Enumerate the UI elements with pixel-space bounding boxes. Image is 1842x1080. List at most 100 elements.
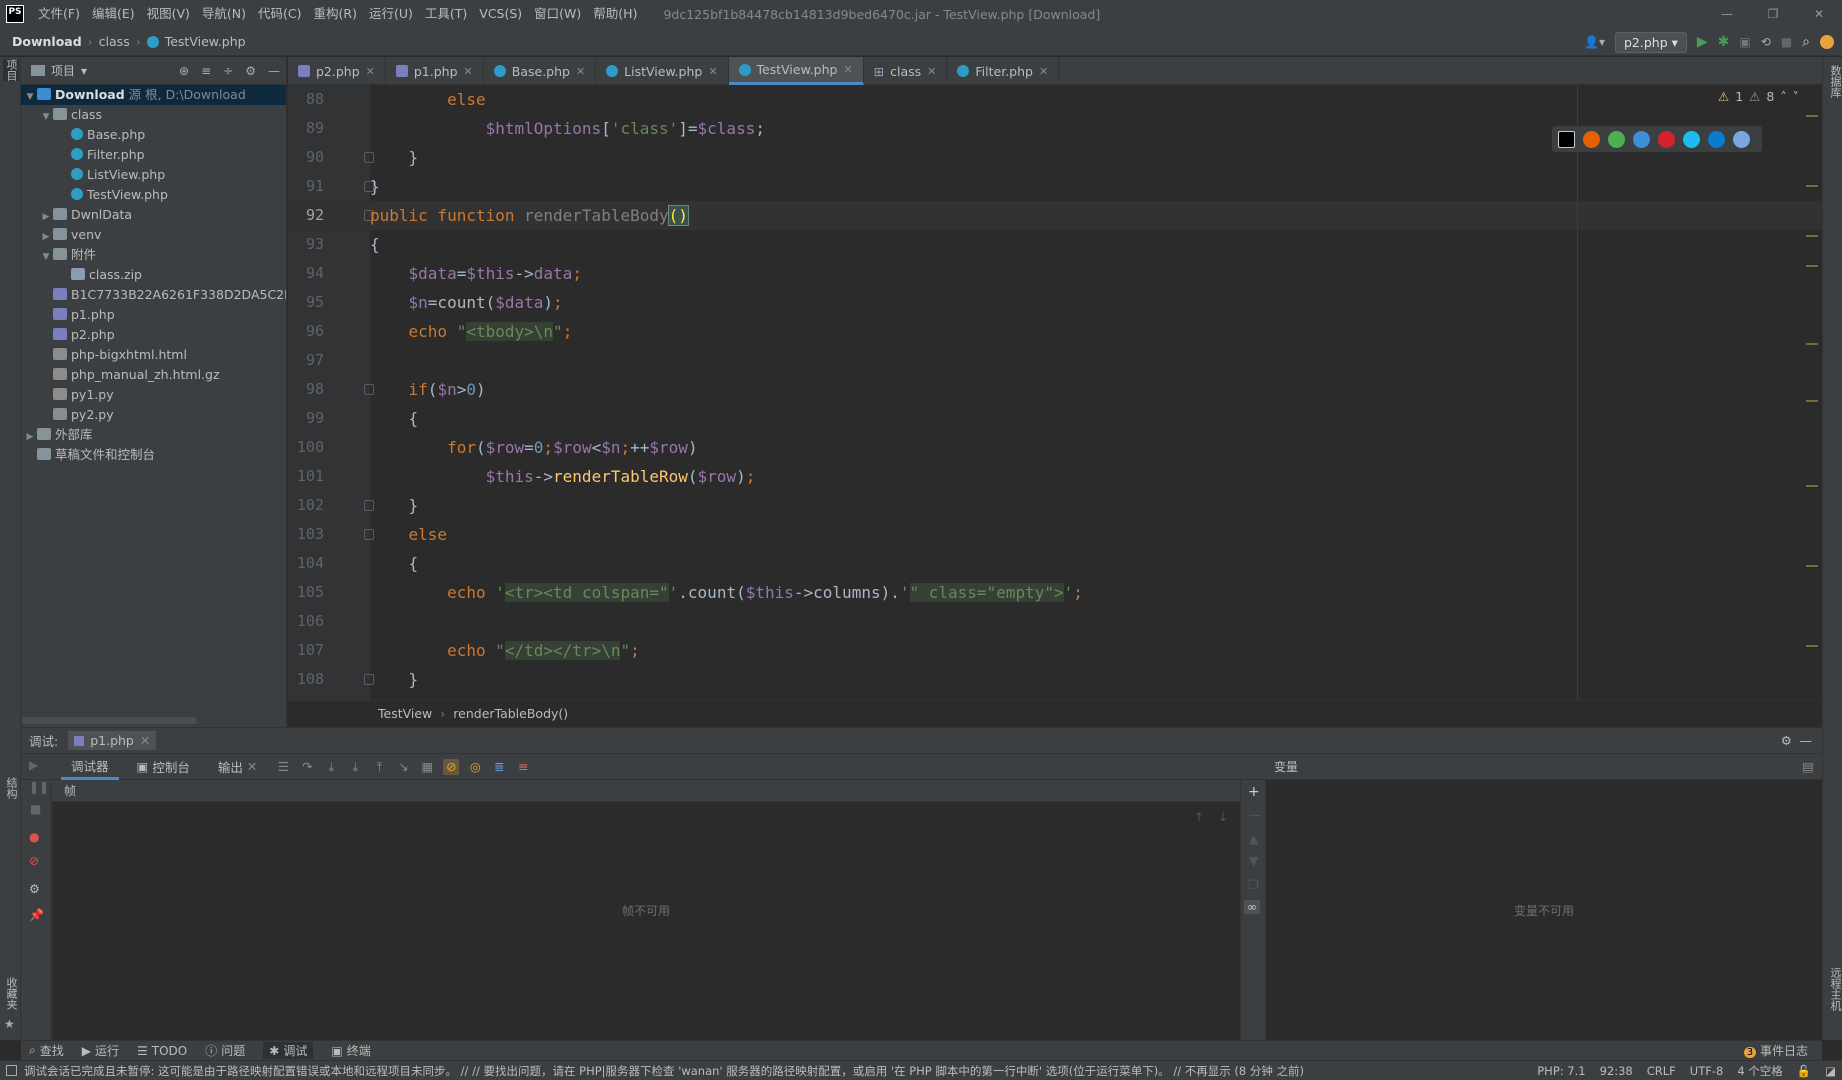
code-line[interactable]: 105 echo '<tr><td colspan="'.count($this… [288,578,1822,607]
caret-position[interactable]: 92:38 [1600,1061,1633,1080]
gear-icon[interactable]: ⚙ [245,64,256,78]
gear-icon[interactable]: ⚙ [1781,733,1792,748]
tree-item-p2[interactable]: p2.php [21,325,286,345]
close-icon[interactable]: ✕ [1796,0,1842,28]
minimize-icon[interactable]: — [1704,0,1750,28]
code-line[interactable]: 108 } [288,665,1822,694]
stop-icon[interactable]: ■ [1781,35,1792,49]
expand-all-icon[interactable]: ≡ [201,64,211,78]
firefox-icon[interactable] [1583,130,1600,148]
glasses-icon[interactable]: ∞ [1244,900,1260,914]
run-config-select[interactable]: p2.php ▾ [1614,31,1687,53]
tree-item-p1[interactable]: p1.php [21,305,286,325]
tree-item-class[interactable]: ▼ class [21,105,286,125]
hide-icon[interactable]: — [268,64,280,78]
tree-item-external-libs[interactable]: ▶ 外部库 [21,425,286,445]
move-down-icon[interactable]: ▼ [1249,854,1258,868]
tree-item-filter[interactable]: Filter.php [21,145,286,165]
coverage-icon[interactable]: ▣ [1739,35,1750,49]
todo-tool-button[interactable]: ☰ TODO [137,1044,187,1058]
stripe-mark[interactable] [1806,645,1818,647]
step-out-icon[interactable]: ⤒ [371,759,387,775]
stripe-mark[interactable] [1806,185,1818,187]
problems-tool-button[interactable]: ⓘ 问题 [205,1042,245,1059]
menu-file[interactable]: 文件(F) [32,0,86,28]
menu-run[interactable]: 运行(U) [363,0,419,28]
code-line[interactable]: 106 [288,607,1822,636]
ie-icon[interactable] [1683,130,1700,148]
profile-icon[interactable]: ⟲ [1761,35,1771,49]
crumb-class[interactable]: class [99,34,130,49]
menu-vcs[interactable]: VCS(S) [473,0,528,28]
gear-icon[interactable]: ⚙ [29,882,40,896]
menu-refactor[interactable]: 重构(R) [308,0,363,28]
break-first-line-icon[interactable]: ⊘ [443,758,460,775]
pin-icon[interactable]: 📌 [29,908,44,922]
tab-filter[interactable]: Filter.php ✕ [947,57,1060,85]
list-icon[interactable]: ≣ [491,759,507,775]
step-over-icon[interactable]: ↷ [299,759,315,775]
code-line[interactable]: 102 } [288,491,1822,520]
menu-tools[interactable]: 工具(T) [419,0,473,28]
chevron-right-icon[interactable]: ▶ [23,427,37,445]
stripe-mark[interactable] [1806,485,1818,487]
code-line[interactable]: 103 else [288,520,1822,549]
stripe-mark[interactable] [1806,343,1818,345]
chevron-right-icon[interactable]: ▶ [39,207,53,225]
close-icon[interactable]: ✕ [1039,65,1048,78]
crumb-class-name[interactable]: TestView [378,706,432,721]
layout-icon[interactable]: ☰ [275,759,291,775]
tab-debugger[interactable]: 调试器 [61,754,119,780]
tree-root-download[interactable]: ▼ Download 源 根, D:\Download [21,85,286,105]
debug-tool-button[interactable]: ✱ 调试 [263,1042,314,1059]
update-icon[interactable] [1820,35,1834,49]
safari-icon[interactable] [1633,130,1650,148]
close-icon[interactable]: ✕ [843,63,852,76]
close-icon[interactable]: ✕ [366,65,375,78]
memory-icon[interactable]: ◪ [1825,1061,1836,1080]
opera-icon[interactable] [1658,130,1675,148]
chevron-down-icon[interactable]: ▼ [39,107,53,125]
close-icon[interactable]: ✕ [708,65,717,78]
add-icon[interactable]: + [1248,784,1260,800]
run-tool-button[interactable]: ▶ 运行 [82,1042,119,1059]
status-message[interactable]: 调试会话已完成且未暂停: 这可能是由于路径映射配置错误或本地和远程项目未同步。 … [24,1064,1304,1078]
tree-item-manual-gz[interactable]: php_manual_zh.html.gz [21,365,286,385]
chevron-down-icon[interactable]: ▾ [81,64,87,78]
close-icon[interactable]: ✕ [247,759,257,774]
run-to-cursor-icon[interactable]: ↘ [395,759,411,775]
tab-class[interactable]: ⊞ class ✕ [864,57,948,85]
chevron-down-icon[interactable]: ˅ [1793,89,1799,104]
tab-output[interactable]: 输出 ✕ [208,755,268,778]
stop-icon[interactable]: ■ [30,802,41,816]
chevron-down-icon[interactable]: ▼ [39,247,53,265]
stripe-mark[interactable] [1806,115,1818,117]
line-separator[interactable]: CRLF [1647,1061,1676,1080]
locate-icon[interactable]: ⊕ [179,64,189,78]
indent-setting[interactable]: 4 个空格 [1737,1061,1782,1080]
structure-tool-button[interactable]: 结构 [3,777,19,799]
step-into-icon[interactable]: ⤓ [323,759,339,775]
stripe-mark[interactable] [1806,265,1818,267]
tree-item-listview[interactable]: ListView.php [21,165,286,185]
tree-item-base[interactable]: Base.php [21,125,286,145]
code-line[interactable]: 99 { [288,404,1822,433]
tab-testview[interactable]: TestView.php ✕ [728,57,864,85]
tab-p1[interactable]: p1.php ✕ [386,57,484,85]
tree-item-attachments[interactable]: ▼ 附件 [21,245,286,265]
tree-item-scratches[interactable]: 草稿文件和控制台 [21,445,286,465]
find-tool-button[interactable]: ⌕ 查找 [29,1042,64,1059]
add-watch-icon[interactable]: ≡ [515,759,531,775]
chromium-icon[interactable] [1733,130,1750,148]
run-icon[interactable]: ▶ [1697,34,1708,50]
menu-navigate[interactable]: 导航(N) [196,0,252,28]
restore-icon[interactable]: ❐ [1750,0,1796,28]
tree-item-testview[interactable]: TestView.php [21,185,286,205]
tree-item-dwnldata[interactable]: ▶ DwnlData [21,205,286,225]
chrome-icon[interactable] [1608,130,1625,148]
tab-listview[interactable]: ListView.php ✕ [596,57,729,85]
remove-icon[interactable]: — [1249,808,1261,822]
tree-item-py2[interactable]: py2.py [21,405,286,425]
force-step-into-icon[interactable]: ⤓ [347,759,363,775]
code-line[interactable]: 104 { [288,549,1822,578]
